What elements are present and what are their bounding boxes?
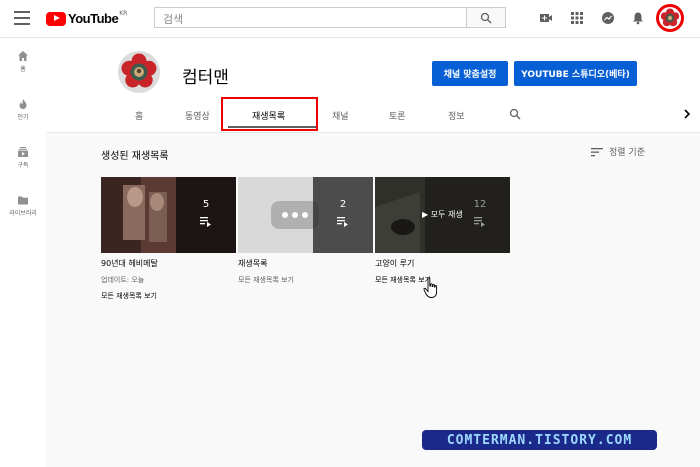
sidebar-item-trending[interactable]: 인기: [0, 98, 46, 121]
playlist-updated: 업데이트: 오늘: [101, 276, 145, 284]
logo-region: KR: [119, 10, 128, 17]
search-input[interactable]: [155, 10, 466, 29]
playlist-count-overlay: 5: [176, 177, 236, 253]
sidebar-item-label: 구독: [17, 162, 29, 169]
tab-discussion[interactable]: 토론: [389, 109, 406, 122]
youtube-logo[interactable]: YouTube KR: [46, 9, 127, 28]
sidebar-item-library[interactable]: 라이브러리: [0, 194, 46, 217]
sidebar-item-label: 인기: [17, 114, 29, 121]
folder-icon: [18, 196, 28, 205]
sort-button[interactable]: 정렬 기준: [591, 145, 645, 158]
create-video-icon[interactable]: [539, 11, 553, 25]
playlist-count-overlay: 2: [313, 177, 373, 253]
playlist-thumbnail[interactable]: ▶ 모두 재생 12: [375, 177, 510, 253]
video-count: 5: [202, 199, 210, 210]
playlist-icon: [337, 217, 348, 227]
top-bar: YouTube KR: [0, 0, 700, 38]
watermark: COMTERMAN.TISTORY.COM: [422, 430, 657, 450]
sidebar-item-home[interactable]: 홈: [0, 50, 46, 73]
playlist-thumbnail[interactable]: 5: [101, 177, 236, 253]
playlist-title[interactable]: 90년대 헤비메탈: [101, 258, 236, 269]
playlist-title[interactable]: 재생목록: [238, 258, 373, 269]
sidebar: 홈 인기 구독 라이브러리: [0, 38, 46, 467]
sort-icon: [591, 147, 603, 156]
tab-videos[interactable]: 동영상: [185, 109, 210, 122]
video-count: 2: [339, 199, 347, 210]
channel-header: 컴터맨 채널 맞춤설정 YOUTUBE 스튜디오(베타) 홈 동영상 재생목록 …: [46, 38, 700, 133]
search-field: [154, 7, 467, 29]
search-button[interactable]: [467, 7, 506, 28]
flower-avatar-icon: [660, 8, 680, 27]
sidebar-item-label: 홈: [20, 66, 26, 73]
sort-label: 정렬 기준: [609, 148, 645, 158]
account-avatar[interactable]: [656, 4, 684, 32]
hand-cursor-icon: [423, 277, 438, 298]
logo-text: YouTube: [68, 11, 119, 26]
channel-search-icon[interactable]: [509, 108, 521, 120]
channel-name: 컴터맨: [182, 68, 229, 88]
playlist-card[interactable]: ▶ 모두 재생 12 고양이 루기 모든 재생목록 보기: [375, 177, 510, 285]
customize-channel-button[interactable]: 채널 맞춤설정: [432, 61, 508, 86]
flower-avatar-icon: [118, 51, 160, 93]
video-count: 12: [473, 199, 487, 210]
playlist-card[interactable]: 2 재생목록 모든 재생목록 보기: [238, 177, 373, 285]
playlist-card[interactable]: 5 90년대 헤비메탈 업데이트: 오늘 모든 재생목록 보기: [101, 177, 236, 301]
channel-avatar: [118, 51, 160, 93]
studio-button[interactable]: YOUTUBE 스튜디오(베타): [514, 61, 637, 86]
subscriptions-icon: [18, 147, 28, 157]
view-full-playlist-link[interactable]: 모든 재생목록 보기: [238, 275, 373, 285]
tab-channels[interactable]: 채널: [332, 109, 349, 122]
playlist-count-overlay: 12: [450, 177, 510, 253]
messages-icon[interactable]: [601, 11, 615, 25]
playlist-thumbnail[interactable]: 2: [238, 177, 373, 253]
sidebar-item-subscriptions[interactable]: 구독: [0, 146, 46, 169]
sidebar-item-label: 라이브러리: [9, 210, 37, 217]
apps-grid-icon[interactable]: [570, 11, 584, 25]
section-title: 생성된 재생목록: [101, 151, 169, 162]
tab-home[interactable]: 홈: [135, 109, 143, 122]
view-full-playlist-link[interactable]: 모든 재생목록 보기: [375, 275, 510, 285]
playlist-title[interactable]: 고양이 루기: [375, 258, 510, 269]
fire-icon: [19, 99, 27, 109]
chevron-right-icon[interactable]: [683, 109, 691, 119]
tab-about[interactable]: 정보: [448, 109, 465, 122]
youtube-play-icon: [46, 11, 66, 26]
view-full-playlist-link[interactable]: 모든 재생목록 보기: [101, 291, 236, 301]
hamburger-menu-icon[interactable]: [14, 11, 30, 25]
search-icon: [480, 12, 492, 24]
playlist-icon: [474, 217, 485, 227]
home-icon: [18, 51, 28, 61]
playlist-icon: [200, 217, 211, 227]
notifications-bell-icon[interactable]: [631, 11, 645, 25]
annotation-highlight-box: [221, 97, 318, 131]
